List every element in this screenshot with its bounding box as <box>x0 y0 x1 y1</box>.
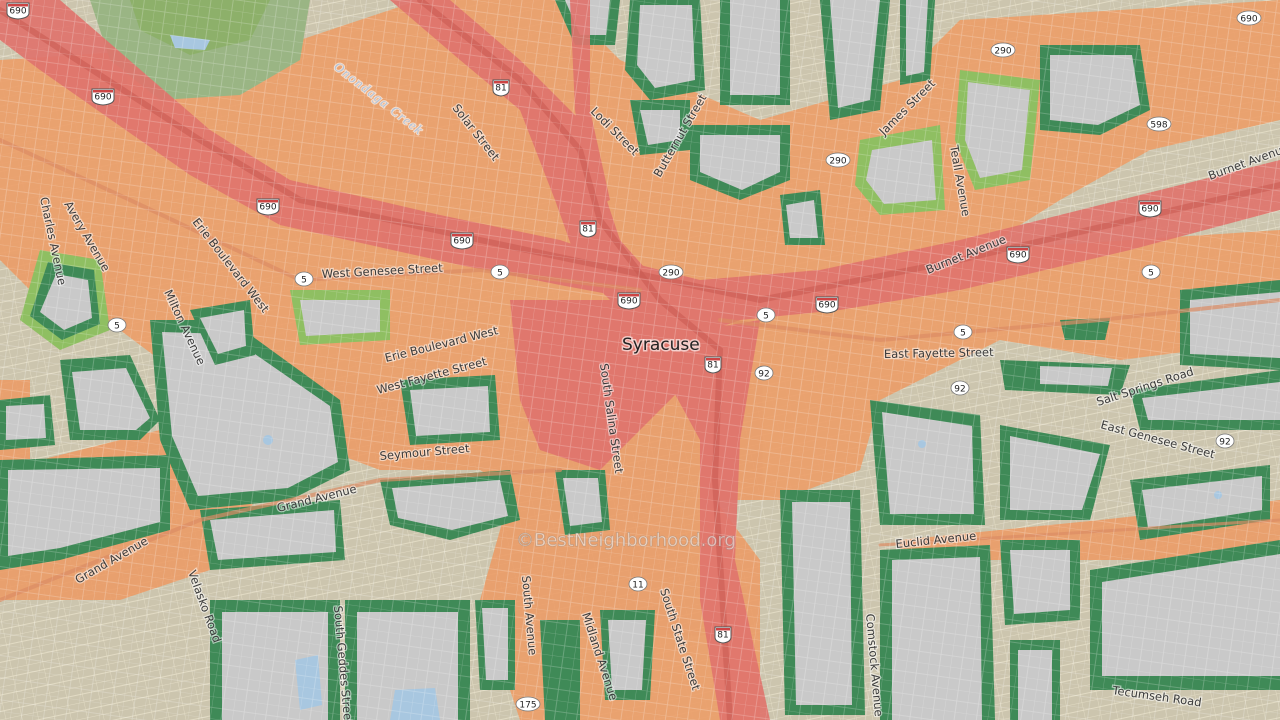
route-number: 5 <box>763 312 769 322</box>
route-number: 92 <box>758 370 769 380</box>
state-route-shield: 290 <box>990 42 1016 58</box>
route-number: 92 <box>954 385 965 395</box>
interstate-shield: 690 <box>617 292 641 310</box>
state-route-shield: 92 <box>754 365 774 381</box>
interstate-shield: 690 <box>91 88 115 106</box>
route-number: 690 <box>1009 251 1026 261</box>
route-number: 290 <box>994 47 1011 57</box>
route-number: 690 <box>94 93 111 103</box>
route-number: 598 <box>1150 121 1167 131</box>
state-route-shield: 175 <box>515 696 541 712</box>
state-route-shield: 5 <box>294 271 314 287</box>
route-number: 290 <box>662 269 679 279</box>
state-route-shield: 290 <box>825 152 851 168</box>
state-route-shield: 92 <box>1215 433 1235 449</box>
interstate-shield: 690 <box>1138 200 1162 218</box>
route-number: 5 <box>497 269 503 279</box>
route-number: 690 <box>620 297 637 307</box>
route-number: 690 <box>1240 15 1257 25</box>
route-number: 290 <box>829 157 846 167</box>
state-route-shield: 5 <box>107 317 127 333</box>
route-number: 81 <box>582 225 593 235</box>
state-route-shield: 598 <box>1146 116 1172 132</box>
interstate-shield: 81 <box>714 626 732 644</box>
state-route-shield: 690 <box>1236 10 1262 26</box>
route-number: 81 <box>707 361 718 371</box>
route-number: 5 <box>1148 269 1154 279</box>
map-canvas[interactable]: Onondaga Creek Solar Street Lodi Street … <box>0 0 1280 720</box>
interstate-shield: 690 <box>6 2 30 20</box>
state-route-shield: 5 <box>490 264 510 280</box>
state-route-shield: 11 <box>628 576 648 592</box>
route-number: 5 <box>114 322 120 332</box>
route-number: 690 <box>818 301 835 311</box>
route-number: 5 <box>960 329 966 339</box>
interstate-shield: 690 <box>450 232 474 250</box>
route-number: 690 <box>453 237 470 247</box>
route-number: 81 <box>495 84 506 94</box>
interstate-shield: 690 <box>815 296 839 314</box>
city-label: Syracuse <box>622 335 700 355</box>
route-number: 690 <box>1141 205 1158 215</box>
route-number: 690 <box>9 7 26 17</box>
route-number: 92 <box>1219 438 1230 448</box>
interstate-shield: 81 <box>492 79 510 97</box>
route-number: 5 <box>301 276 307 286</box>
state-route-shield: 92 <box>950 380 970 396</box>
street-label: East Fayette Street <box>884 345 994 361</box>
state-route-shield: 290 <box>658 264 684 280</box>
route-number: 690 <box>259 203 276 213</box>
route-number: 175 <box>519 701 536 711</box>
street-grid <box>0 0 1280 720</box>
interstate-shield: 81 <box>704 356 722 374</box>
interstate-shield: 81 <box>579 220 597 238</box>
interstate-shield: 690 <box>1006 246 1030 264</box>
state-route-shield: 5 <box>756 307 776 323</box>
state-route-shield: 5 <box>1141 264 1161 280</box>
route-number: 11 <box>632 581 643 591</box>
watermark: ©BestNeighborhood.org <box>516 530 736 551</box>
route-number: 81 <box>717 631 728 641</box>
noise-heat-map[interactable]: Onondaga Creek Solar Street Lodi Street … <box>0 0 1280 720</box>
interstate-shield: 690 <box>256 198 280 216</box>
state-route-shield: 5 <box>953 324 973 340</box>
